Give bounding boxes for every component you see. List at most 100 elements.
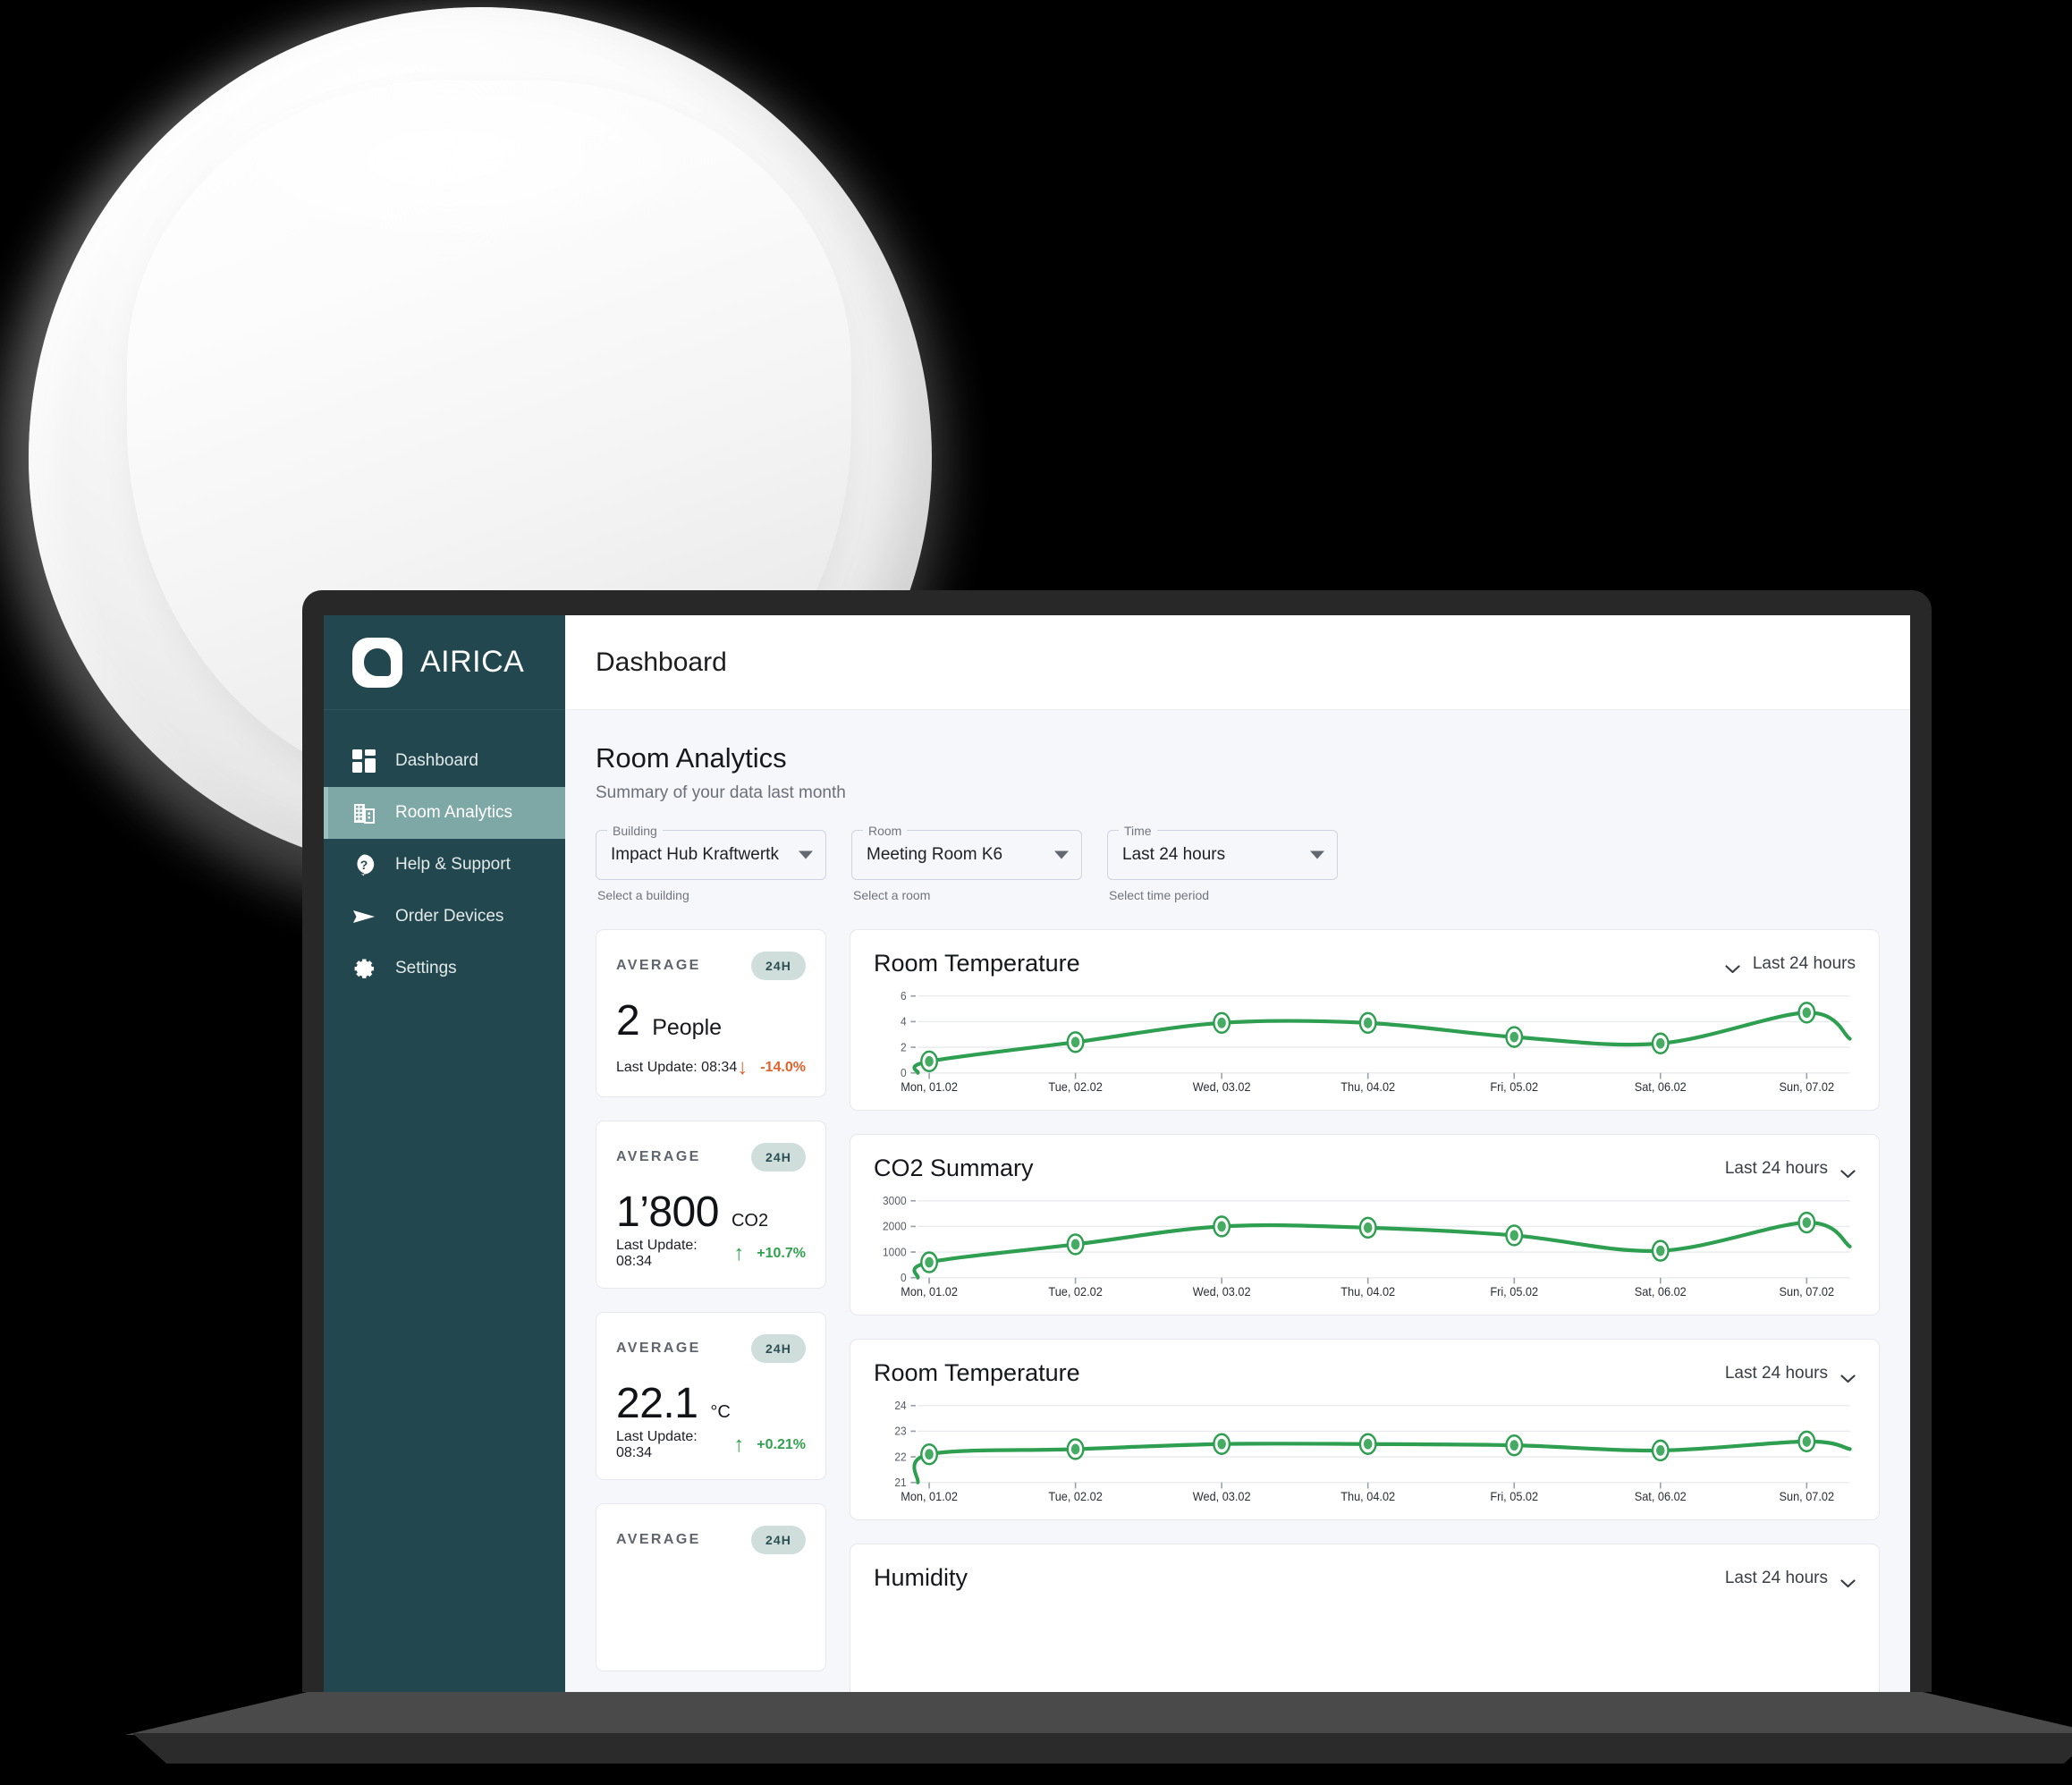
sidebar-item-room-analytics[interactable]: Room Analytics [324,787,565,839]
svg-text:Thu, 04.02: Thu, 04.02 [1340,1490,1395,1503]
svg-text:2: 2 [901,1041,907,1053]
svg-text:Sun, 07.02: Sun, 07.02 [1780,1490,1835,1503]
stat-footer: Last Update: 08:34 ↓ -14.0% [616,1057,806,1079]
arrow-down-icon: ↓ [737,1055,748,1079]
dashboard-grid-icon [352,749,376,773]
laptop-mockup: AIRICA Dashboard Room Analytics ? Help &… [125,590,2072,1764]
main-area: Dashboard Room Analytics Summary of your… [565,615,1910,1692]
building-select[interactable]: Building Impact Hub Kraftwertk [596,822,826,880]
svg-text:0: 0 [901,1272,907,1284]
time-value: Last 24 hours [1122,845,1226,864]
stat-last-update: Last Update: 08:34 [616,1060,738,1075]
line-chart-svg: 0 2 4 6 Mon, 01.02 Tue, 02.02 Wed, 03.02 Thu, 0… [901,990,1852,1094]
chart-range-label: Last 24 hours [1752,953,1856,973]
device-highlight [163,61,735,258]
chart-card-co2-summary: CO2 Summary Last 24 hours 0 1000 2000 30… [850,1134,1880,1315]
room-legend: Room [863,822,908,840]
chart-range-label: Last 24 hours [1724,1363,1828,1383]
sidebar-item-label: Room Analytics [395,803,512,822]
sidebar-item-label: Order Devices [395,907,504,926]
svg-text:Thu, 04.02: Thu, 04.02 [1340,1285,1395,1299]
time-select[interactable]: Time Last 24 hours [1107,822,1338,880]
svg-text:Sat, 06.02: Sat, 06.02 [1635,1080,1687,1094]
sidebar-item-dashboard[interactable]: Dashboard [324,735,565,787]
chart-title: Room Temperature [874,1359,1080,1386]
svg-text:3000: 3000 [883,1195,907,1207]
chart-plot-area: 21 22 23 24 Mon, 01.02 Tue, 02.02 Wed, 03.02 Th… [874,1400,1856,1505]
chart-range-selector[interactable]: Last 24 hours [1725,1159,1856,1179]
chart-card-humidity: Humidity Last 24 hours [850,1544,1880,1692]
chart-plot-area: 0 1000 2000 3000 Mon, 01.02 Tue, 02.02 Wed, 03… [874,1195,1856,1300]
stat-value-row: 22.1 °C [616,1379,806,1428]
sidebar-item-label: Dashboard [395,751,478,770]
stat-last-update: Last Update: 08:34 [616,1238,698,1269]
chart-range-selector[interactable]: Last 24 hours [1725,954,1856,974]
send-paper-plane-icon [352,905,376,928]
stat-card-temperature: AVERAGE 24H 22.1 °C Last Update: 08:34 ↑… [596,1312,826,1480]
page-title: Dashboard [596,647,727,677]
chart-plot-area [874,1604,1856,1692]
svg-text:Sun, 07.02: Sun, 07.02 [1780,1080,1835,1094]
laptop-lid: AIRICA Dashboard Room Analytics ? Help &… [302,590,1932,1692]
stat-footer: Last Update: 08:34 ↑ +0.21% [616,1429,806,1461]
stat-label: AVERAGE [616,1341,701,1356]
chart-plot-area: 0 2 4 6 Mon, 01.02 Tue, 02.02 Wed, 03.02 Thu, 0… [874,990,1856,1096]
chevron-down-icon [1840,1369,1856,1383]
stat-label: AVERAGE [616,958,701,973]
svg-text:Tue, 02.02: Tue, 02.02 [1048,1285,1102,1299]
sidebar-item-order-devices[interactable]: Order Devices [324,891,565,943]
line-chart-svg: 21 22 23 24 Mon, 01.02 Tue, 02.02 Wed, 03.02 Th… [894,1400,1852,1503]
chart-title: Humidity [874,1564,968,1591]
laptop-screen: AIRICA Dashboard Room Analytics ? Help &… [324,615,1910,1692]
brand-logo[interactable]: AIRICA [324,615,565,710]
svg-text:Sat, 06.02: Sat, 06.02 [1635,1490,1687,1503]
sidebar-nav: Dashboard Room Analytics ? Help & Suppor… [324,710,565,994]
svg-text:Mon, 01.02: Mon, 01.02 [901,1285,958,1299]
chevron-down-icon [1840,1574,1856,1587]
svg-text:Wed, 03.02: Wed, 03.02 [1193,1490,1251,1503]
stat-header: AVERAGE 24H [616,1526,806,1554]
stat-unit: People [652,1015,723,1040]
svg-text:Tue, 02.02: Tue, 02.02 [1048,1080,1102,1094]
svg-text:4: 4 [901,1015,907,1028]
svg-text:1000: 1000 [883,1246,907,1258]
sidebar-item-help-support[interactable]: ? Help & Support [324,839,565,891]
stat-value: 22.1 [616,1380,698,1427]
status-badge: 24H [751,1334,806,1363]
chart-header: Humidity Last 24 hours [874,1564,1856,1592]
content-area: Room Analytics Summary of your data last… [565,710,1910,1692]
stat-header: AVERAGE 24H [616,1334,806,1363]
stat-footer: Last Update: 08:34 ↑ +10.7% [616,1238,806,1270]
filter-room: Room Meeting Room K6 Select a room [851,822,1082,902]
filter-bar: Building Impact Hub Kraftwertk Select a … [596,822,1880,902]
help-circle-icon: ? [352,853,376,876]
stat-value-row: 2 People [616,996,806,1045]
filter-time: Time Last 24 hours Select time period [1107,822,1338,902]
status-badge: 24H [751,952,806,980]
svg-text:Wed, 03.02: Wed, 03.02 [1193,1080,1251,1094]
svg-text:22: 22 [894,1451,906,1463]
line-chart-svg [874,1604,1856,1692]
stat-label: AVERAGE [616,1149,701,1164]
stat-label: AVERAGE [616,1532,701,1547]
topbar: Dashboard [565,615,1910,710]
room-select[interactable]: Room Meeting Room K6 [851,822,1082,880]
svg-text:6: 6 [901,990,907,1002]
stat-card-column: AVERAGE 24H 2 People Last Update: 08:34 … [596,929,826,1692]
svg-text:Wed, 03.02: Wed, 03.02 [1193,1285,1251,1299]
stat-last-update: Last Update: 08:34 [616,1429,698,1460]
sidebar-item-label: Settings [395,959,457,977]
chart-header: CO2 Summary Last 24 hours [874,1155,1856,1182]
svg-text:Mon, 01.02: Mon, 01.02 [901,1490,958,1503]
chevron-down-icon [1840,1164,1856,1178]
airica-web-app: AIRICA Dashboard Room Analytics ? Help &… [324,615,1910,1692]
gear-icon [352,957,376,980]
sidebar-item-settings[interactable]: Settings [324,943,565,994]
scene-root: AIRICA Dashboard Room Analytics ? Help &… [0,0,2072,1785]
building-legend: Building [607,822,663,840]
chart-range-label: Last 24 hours [1724,1568,1828,1587]
chevron-down-icon [799,850,813,859]
stat-trend-value: -14.0% [760,1060,806,1075]
chart-range-selector[interactable]: Last 24 hours [1725,1364,1856,1383]
chart-range-selector[interactable]: Last 24 hours [1725,1569,1856,1588]
